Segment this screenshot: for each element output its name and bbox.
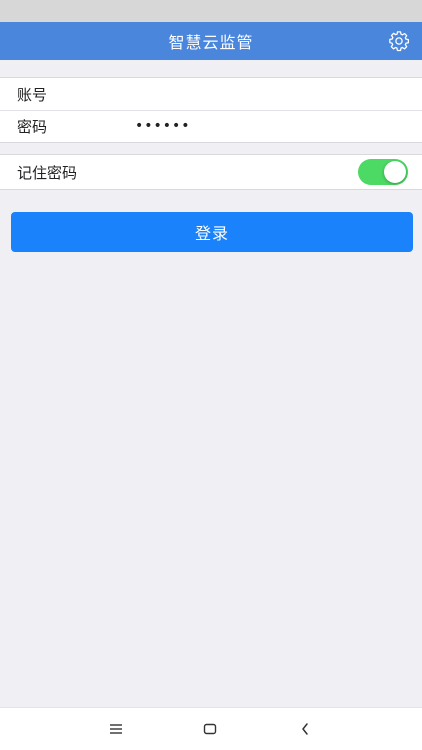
remember-password-toggle[interactable] <box>358 159 408 185</box>
menu-icon <box>110 724 122 734</box>
password-input[interactable]: •••••• <box>135 118 365 134</box>
account-input[interactable] <box>135 85 365 103</box>
gear-icon <box>389 31 409 52</box>
navigation-bar: 智慧云监管 <box>0 22 422 60</box>
back-icon <box>302 723 308 735</box>
account-label: 账号 <box>17 85 48 104</box>
system-navigation-bar <box>0 707 422 750</box>
page-title: 智慧云监管 <box>168 33 254 52</box>
password-row: 密码 •••••• <box>0 110 422 142</box>
back-button[interactable] <box>294 718 316 740</box>
status-bar <box>0 0 422 22</box>
remember-label: 记住密码 <box>17 163 78 182</box>
password-label: 密码 <box>17 117 48 136</box>
remember-row: 记住密码 <box>0 155 422 189</box>
settings-button[interactable] <box>388 30 410 52</box>
login-button[interactable]: 登录 <box>11 212 413 252</box>
remember-group: 记住密码 <box>0 154 422 190</box>
home-button[interactable] <box>199 718 221 740</box>
home-icon <box>203 723 217 735</box>
credentials-group: 账号 密码 •••••• <box>0 77 422 143</box>
menu-button[interactable] <box>105 718 127 740</box>
toggle-knob <box>384 161 406 183</box>
account-row: 账号 <box>0 78 422 110</box>
